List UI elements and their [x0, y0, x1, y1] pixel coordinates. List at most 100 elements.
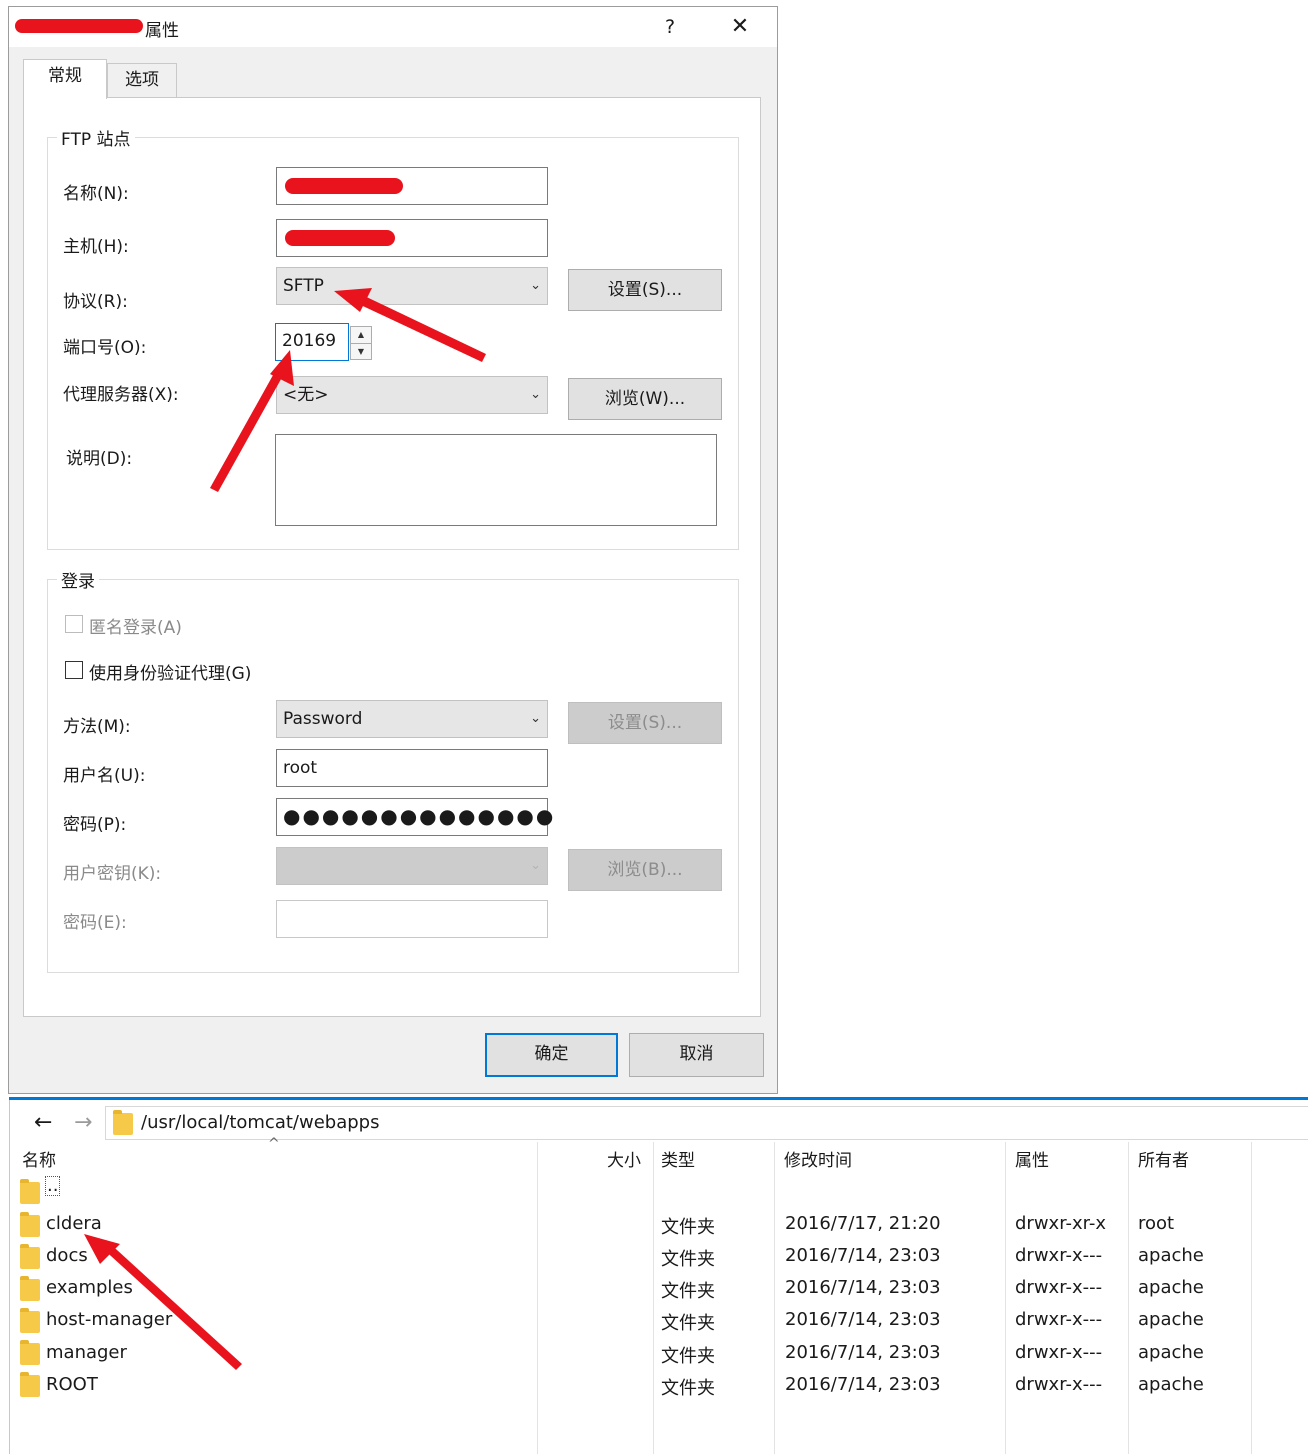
description-label: 说明(D): [66, 449, 133, 469]
chevron-down-icon: ⌄ [530, 278, 541, 293]
anonymous-login-label: 匿名登录(A) [89, 618, 182, 638]
row-modified: 2016/7/14, 23:03 [785, 1245, 941, 1266]
chevron-down-icon: ⌄ [530, 711, 541, 726]
parent-directory-label: .. [45, 1175, 61, 1196]
help-button[interactable]: ? [647, 11, 693, 43]
ftp-site-group-title: FTP 站点 [57, 125, 135, 150]
password-field[interactable]: ●●●●●●●●●●●●●● [276, 798, 553, 836]
row-type: 文件夹 [661, 1378, 715, 1399]
current-path: /usr/local/tomcat/webapps [141, 1112, 380, 1133]
column-header-modified[interactable]: 修改时间 [784, 1146, 852, 1171]
auth-agent-label: 使用身份验证代理(G) [89, 664, 252, 684]
description-field[interactable] [275, 434, 717, 526]
row-owner: apache [1138, 1342, 1204, 1363]
column-divider[interactable] [653, 1142, 654, 1454]
tab-general[interactable]: 常规 [23, 59, 107, 99]
row-name: docs [46, 1245, 88, 1266]
folder-icon [113, 1110, 133, 1135]
method-select[interactable]: Password ⌄ [276, 700, 548, 738]
method-value: Password [283, 709, 363, 729]
dialog-title: 属性 [145, 21, 179, 41]
port-value: 20169 [282, 331, 337, 351]
user-key-select[interactable]: ⌄ [276, 847, 548, 885]
row-owner: apache [1138, 1245, 1204, 1266]
column-divider[interactable] [774, 1142, 775, 1454]
row-type: 文件夹 [661, 1217, 715, 1238]
column-header-name[interactable]: 名称 [22, 1146, 56, 1171]
row-attributes: drwxr-xr-x [1015, 1213, 1106, 1234]
protocol-select[interactable]: SFTP ⌄ [276, 267, 548, 305]
user-key-browse-button[interactable]: 浏览(B)... [568, 849, 722, 891]
row-modified: 2016/7/14, 23:03 [785, 1374, 941, 1395]
tab-options[interactable]: 选项 [107, 63, 177, 97]
name-label: 名称(N): [63, 184, 129, 204]
column-header-attributes[interactable]: 属性 [1015, 1146, 1049, 1171]
folder-icon [20, 1276, 40, 1301]
row-modified: 2016/7/17, 21:20 [785, 1213, 941, 1234]
auth-agent-checkbox[interactable] [65, 661, 83, 679]
column-divider[interactable] [1128, 1142, 1129, 1454]
row-owner: apache [1138, 1374, 1204, 1395]
row-owner: apache [1138, 1309, 1204, 1330]
proxy-value: <无> [283, 385, 329, 405]
pane-left-edge [9, 1100, 10, 1454]
redacted-site-address [15, 19, 143, 33]
pane-focus-border [9, 1097, 1308, 1100]
row-type: 文件夹 [661, 1346, 715, 1367]
row-owner: apache [1138, 1277, 1204, 1298]
anonymous-login-checkbox[interactable] [65, 615, 83, 633]
proxy-browse-button[interactable]: 浏览(W)... [568, 378, 722, 420]
port-label: 端口号(O): [63, 338, 147, 358]
spin-up-icon[interactable]: ▲ [351, 327, 371, 344]
row-attributes: drwxr-x--- [1015, 1309, 1103, 1330]
row-attributes: drwxr-x--- [1015, 1245, 1103, 1266]
folder-icon [20, 1308, 40, 1333]
row-name: examples [46, 1277, 133, 1298]
ok-button[interactable]: 确定 [485, 1033, 618, 1077]
dialog-titlebar: 属性 ? ✕ [9, 7, 777, 47]
redacted-name [285, 178, 403, 194]
login-group-title: 登录 [57, 567, 99, 592]
folder-icon [20, 1372, 40, 1397]
column-divider[interactable] [1005, 1142, 1006, 1454]
passphrase-field[interactable] [276, 900, 548, 938]
protocol-label: 协议(R): [63, 292, 128, 312]
user-key-label: 用户密钥(K): [63, 864, 162, 884]
row-modified: 2016/7/14, 23:03 [785, 1277, 941, 1298]
column-header-owner[interactable]: 所有者 [1138, 1146, 1189, 1171]
folder-icon [20, 1244, 40, 1269]
port-spinner[interactable]: ▲ ▼ [350, 326, 372, 360]
name-field[interactable] [276, 167, 548, 205]
close-button[interactable]: ✕ [717, 11, 763, 43]
chevron-down-icon: ⌄ [530, 387, 541, 402]
host-label: 主机(H): [63, 237, 129, 257]
password-label: 密码(P): [63, 815, 127, 835]
folder-icon [20, 1179, 40, 1204]
spin-down-icon[interactable]: ▼ [351, 344, 371, 360]
column-divider[interactable] [1251, 1142, 1252, 1454]
column-header-type[interactable]: 类型 [661, 1146, 695, 1171]
row-attributes: drwxr-x--- [1015, 1342, 1103, 1363]
username-field[interactable]: root [276, 749, 548, 787]
row-type: 文件夹 [661, 1313, 715, 1334]
protocol-settings-button[interactable]: 设置(S)... [568, 269, 722, 311]
proxy-label: 代理服务器(X): [63, 385, 179, 405]
row-attributes: drwxr-x--- [1015, 1374, 1103, 1395]
row-name: cldera [46, 1213, 102, 1234]
row-name: host-manager [46, 1309, 173, 1330]
column-header-size[interactable]: 大小 [607, 1146, 641, 1171]
row-modified: 2016/7/14, 23:03 [785, 1309, 941, 1330]
sort-ascending-icon: ^ [268, 1136, 280, 1152]
host-field[interactable] [276, 219, 548, 257]
properties-dialog: 属性 ? ✕ 选项 常规 FTP 站点 名称(N): 主机(H): 协议(R):… [8, 6, 778, 1094]
username-value: root [283, 758, 318, 778]
forward-arrow-icon[interactable]: → [74, 1110, 92, 1135]
method-label: 方法(M): [63, 717, 131, 737]
method-settings-button[interactable]: 设置(S)... [568, 702, 722, 744]
cancel-button[interactable]: 取消 [629, 1033, 764, 1077]
column-divider[interactable] [537, 1142, 538, 1454]
back-arrow-icon[interactable]: ← [34, 1110, 52, 1135]
proxy-select[interactable]: <无> ⌄ [276, 376, 548, 414]
row-name: manager [46, 1342, 127, 1363]
port-field[interactable]: 20169 [275, 323, 349, 361]
